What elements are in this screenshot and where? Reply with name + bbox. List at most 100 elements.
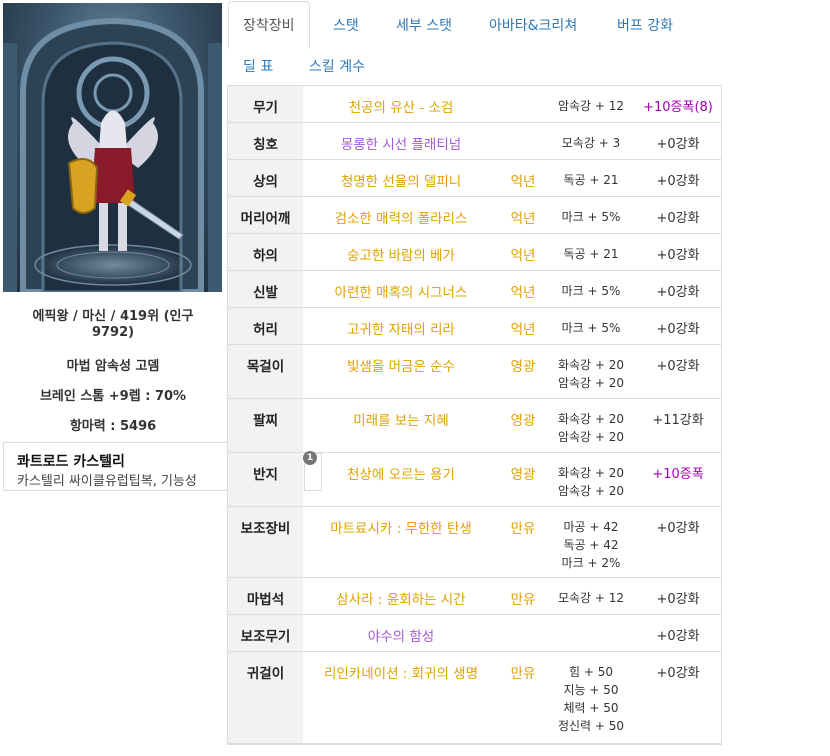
equipment-option-line: 지능 + 50 bbox=[563, 683, 619, 697]
equipment-slot-label: 칭호 bbox=[228, 123, 303, 159]
character-skill-tag: 브레인 스톰 +9렙 : 70% bbox=[39, 389, 187, 404]
equipment-slot-label: 목걸이 bbox=[228, 345, 303, 398]
equipment-grade: 영광 bbox=[510, 359, 536, 375]
equipment-option-line: 독공 + 42 bbox=[563, 538, 619, 552]
equipment-name[interactable]: 천상에 오르는 용기 bbox=[306, 463, 496, 483]
equipment-option-line: 암속강 + 20 bbox=[557, 430, 625, 444]
equipment-option-line: 화속강 + 20 bbox=[557, 412, 625, 426]
equipment-option-line: 마크 + 5% bbox=[561, 321, 621, 335]
equipment-upgrade: +0강화 bbox=[656, 322, 700, 337]
equipment-options: 모속강 + 3 bbox=[546, 134, 636, 152]
equipment-slot-label: 보조장비 bbox=[228, 507, 303, 577]
equipment-row[interactable]: 신발 아련한 매혹의 시그너스 억년 마크 + 5% +0강화 bbox=[228, 271, 721, 308]
equipment-row[interactable]: 목걸이 빛샘을 머금은 순수 영광 화속강 + 20 암속강 + 20 +0강화 bbox=[228, 345, 721, 399]
equipment-slot-label: 허리 bbox=[228, 308, 303, 344]
equipment-row[interactable]: 허리 고귀한 자태의 리라 억년 마크 + 5% +0강화 bbox=[228, 308, 721, 345]
equipment-name[interactable]: 검소한 매력의 폴라리스 bbox=[306, 207, 496, 227]
equipment-grade: 억년 bbox=[510, 248, 536, 264]
equipment-name[interactable]: 마트료시카 : 무한한 탄생 bbox=[306, 517, 496, 537]
equipment-slot-label: 상의 bbox=[228, 160, 303, 196]
equipment-name[interactable]: 빛샘을 머금은 순수 bbox=[306, 355, 496, 375]
equipment-row[interactable]: 귀걸이 리인카네이션 : 회귀의 생명 만유 힘 + 50 지능 + 50 체력 + 50… bbox=[228, 652, 721, 744]
character-illustration bbox=[3, 3, 222, 292]
equipment-slot-label: 귀걸이 bbox=[228, 652, 303, 743]
equipment-row[interactable]: 보조장비 마트료시카 : 무한한 탄생 만유 마공 + 42 독공 + 42 마크 + 2… bbox=[228, 507, 721, 578]
equipment-option-line: 마크 + 5% bbox=[561, 284, 621, 298]
title-box-desc: 카스텔리 싸이클유럽팁복, 기능성 bbox=[17, 474, 197, 489]
equipment-upgrade: +0강화 bbox=[656, 666, 700, 681]
character-resist: 항마력 : 5496 bbox=[69, 419, 157, 434]
character-info-line1: 에픽왕 / 마신 / 419위 (인구 bbox=[32, 309, 194, 324]
equipment-options: 마크 + 5% bbox=[546, 319, 636, 337]
equipment-option-line: 마크 + 5% bbox=[561, 210, 621, 224]
equipment-option-line: 마공 + 42 bbox=[563, 520, 619, 534]
equipment-option-line: 정신력 + 50 bbox=[557, 719, 625, 733]
title-box-title: 콰트로드 카스텔리 bbox=[17, 454, 125, 470]
equipment-name[interactable]: 미래를 보는 지혜 bbox=[306, 409, 496, 429]
equipment-name[interactable]: 천공의 유산 - 소검 bbox=[306, 96, 496, 116]
equipment-options: 독공 + 21 bbox=[546, 245, 636, 263]
equipment-grade: 만유 bbox=[510, 666, 536, 682]
tab-damage-table[interactable]: 딜 표 bbox=[243, 56, 273, 76]
equipment-options: 마크 + 5% bbox=[546, 282, 636, 300]
tab-avatar-creature[interactable]: 아바타&크리쳐 bbox=[489, 15, 577, 35]
tab-bar: 장착장비 스탯 세부 스탯 아바타&크리쳐 버프 강화 딜 표 스킬 계수 bbox=[226, 0, 830, 86]
equipment-grade: 영광 bbox=[510, 467, 536, 483]
equipment-options: 화속강 + 20 암속강 + 20 bbox=[546, 464, 636, 500]
equipment-grade: 억년 bbox=[510, 211, 536, 227]
equipment-row[interactable]: 머리어깨 검소한 매력의 폴라리스 억년 마크 + 5% +0강화 bbox=[228, 197, 721, 234]
equipment-options: 마공 + 42 독공 + 42 마크 + 2% bbox=[546, 518, 636, 572]
equipment-row[interactable]: 상의 청명한 선율의 델피니 억년 독공 + 21 +0강화 bbox=[228, 160, 721, 197]
equipment-name[interactable]: 삼사라 : 윤회하는 시간 bbox=[306, 588, 496, 608]
equipment-row[interactable]: 보조무기 야수의 함성 +0강화 bbox=[228, 615, 721, 652]
equipment-name[interactable]: 고귀한 자태의 리라 bbox=[306, 318, 496, 338]
equipment-option-line: 독공 + 21 bbox=[563, 173, 619, 187]
equipment-grade: 만유 bbox=[510, 592, 536, 608]
equipment-name[interactable]: 몽롱한 시선 플래티넘 bbox=[306, 133, 496, 153]
equipment-name[interactable]: 야수의 함성 bbox=[306, 625, 496, 645]
equipment-grade: 억년 bbox=[510, 285, 536, 301]
equipment-slot-label: 무기 bbox=[228, 86, 303, 122]
equipment-upgrade: +0강화 bbox=[656, 359, 700, 374]
equipment-slot-label: 신발 bbox=[228, 271, 303, 307]
character-item-tag: 마법 암속성 고뎀 bbox=[66, 359, 160, 374]
equipment-upgrade: +0강화 bbox=[656, 211, 700, 226]
equipment-options: 화속강 + 20 암속강 + 20 bbox=[546, 410, 636, 446]
tab-stats[interactable]: 스탯 bbox=[333, 15, 359, 35]
equipment-grade: 억년 bbox=[510, 174, 536, 190]
equipment-upgrade: +0강화 bbox=[656, 629, 700, 644]
equipment-upgrade: +0강화 bbox=[656, 174, 700, 189]
equipment-row[interactable]: 팔찌 미래를 보는 지혜 영광 화속강 + 20 암속강 + 20 +11강화 bbox=[228, 399, 721, 453]
equipment-slot-label: 반지 bbox=[228, 453, 303, 506]
equipment-row[interactable]: 마법석 삼사라 : 윤회하는 시간 만유 모속강 + 12 +0강화 bbox=[228, 578, 721, 615]
character-info-line2: 9792) bbox=[91, 325, 135, 340]
equipment-upgrade: +0강화 bbox=[656, 592, 700, 607]
equipment-name[interactable]: 리인카네이션 : 회귀의 생명 bbox=[306, 662, 496, 682]
equipment-option-line: 모속강 + 3 bbox=[561, 136, 621, 150]
equipment-options: 모속강 + 12 bbox=[546, 589, 636, 607]
equipment-row[interactable]: 무기 천공의 유산 - 소검 암속강 + 12 +10증폭(8) bbox=[228, 86, 721, 123]
equipment-row[interactable]: 반지 1 천상에 오르는 용기 영광 화속강 + 20 암속강 + 20 +10증폭 bbox=[228, 451, 721, 507]
equipment-option-line: 마크 + 2% bbox=[561, 556, 621, 570]
equipment-upgrade: +0강화 bbox=[656, 248, 700, 263]
tab-detail-stats[interactable]: 세부 스탯 bbox=[396, 15, 452, 35]
equipment-name[interactable]: 숭고한 바람의 베가 bbox=[306, 244, 496, 264]
equipment-row[interactable]: 하의 숭고한 바람의 베가 억년 독공 + 21 +0강화 bbox=[228, 234, 721, 271]
equipment-grade: 억년 bbox=[510, 322, 536, 338]
equipment-option-line: 화속강 + 20 bbox=[557, 466, 625, 480]
tab-skill-coefficient[interactable]: 스킬 계수 bbox=[309, 56, 365, 76]
tab-equipment[interactable]: 장착장비 bbox=[228, 1, 310, 49]
equipment-upgrade: +0강화 bbox=[656, 521, 700, 536]
equipment-name[interactable]: 청명한 선율의 델피니 bbox=[306, 170, 496, 190]
equipment-slot-label: 머리어깨 bbox=[228, 197, 303, 233]
tab-buff-enhance[interactable]: 버프 강화 bbox=[617, 15, 673, 35]
equipment-options: 화속강 + 20 암속강 + 20 bbox=[546, 356, 636, 392]
equipment-name[interactable]: 아련한 매혹의 시그너스 bbox=[306, 281, 496, 301]
equipment-options: 암속강 + 12 bbox=[546, 97, 636, 115]
equipment-upgrade: +10증폭 bbox=[652, 467, 704, 482]
equipment-options: 힘 + 50 지능 + 50 체력 + 50 정신력 + 50 bbox=[546, 663, 636, 735]
equipment-option-line: 독공 + 21 bbox=[563, 247, 619, 261]
equipment-row[interactable]: 칭호 몽롱한 시선 플래티넘 모속강 + 3 +0강화 bbox=[228, 123, 721, 160]
equipment-slot-label: 하의 bbox=[228, 234, 303, 270]
equipment-option-line: 암속강 + 20 bbox=[557, 376, 625, 390]
